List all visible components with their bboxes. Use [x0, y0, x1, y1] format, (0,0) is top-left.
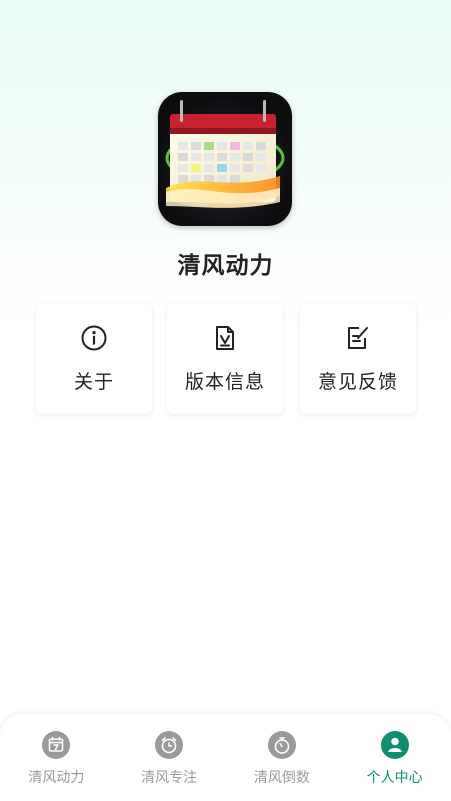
calendar-icon — [42, 731, 71, 759]
alarm-clock-icon — [155, 731, 184, 759]
feedback-card[interactable]: 意见反馈 — [300, 303, 416, 414]
version-info-label: 版本信息 — [184, 371, 265, 393]
stopwatch-icon — [267, 731, 296, 759]
tab-qingfeng-daoshu[interactable]: 清风倒数 — [226, 714, 339, 801]
feedback-label: 意见反馈 — [317, 371, 398, 393]
tab-qingfeng-zhuanzhu[interactable]: 清风专注 — [113, 714, 226, 801]
app-name: 清风动力 — [177, 253, 274, 279]
feedback-edit-icon — [348, 327, 368, 349]
tab-qingfeng-daoshu-label: 清风倒数 — [253, 770, 310, 786]
bottom-tab-bar: 清风动力 清风专注 清风倒数 个人中心 — [0, 714, 451, 801]
user-icon — [380, 731, 409, 759]
about-card[interactable]: 关于 — [36, 303, 152, 414]
calendar-logo-icon — [165, 100, 285, 208]
app-logo — [158, 92, 292, 226]
tab-qingfeng-zhuanzhu-label: 清风专注 — [141, 770, 198, 786]
version-document-icon — [216, 326, 234, 350]
tab-personal-center[interactable]: 个人中心 — [338, 714, 451, 801]
tab-personal-center-label: 个人中心 — [366, 770, 423, 786]
info-icon — [81, 325, 107, 351]
tab-qingfeng-dongli-label: 清风动力 — [28, 770, 85, 786]
about-label: 关于 — [73, 371, 114, 393]
tab-qingfeng-dongli[interactable]: 清风动力 — [0, 714, 113, 801]
version-info-card[interactable]: 版本信息 — [167, 303, 283, 414]
